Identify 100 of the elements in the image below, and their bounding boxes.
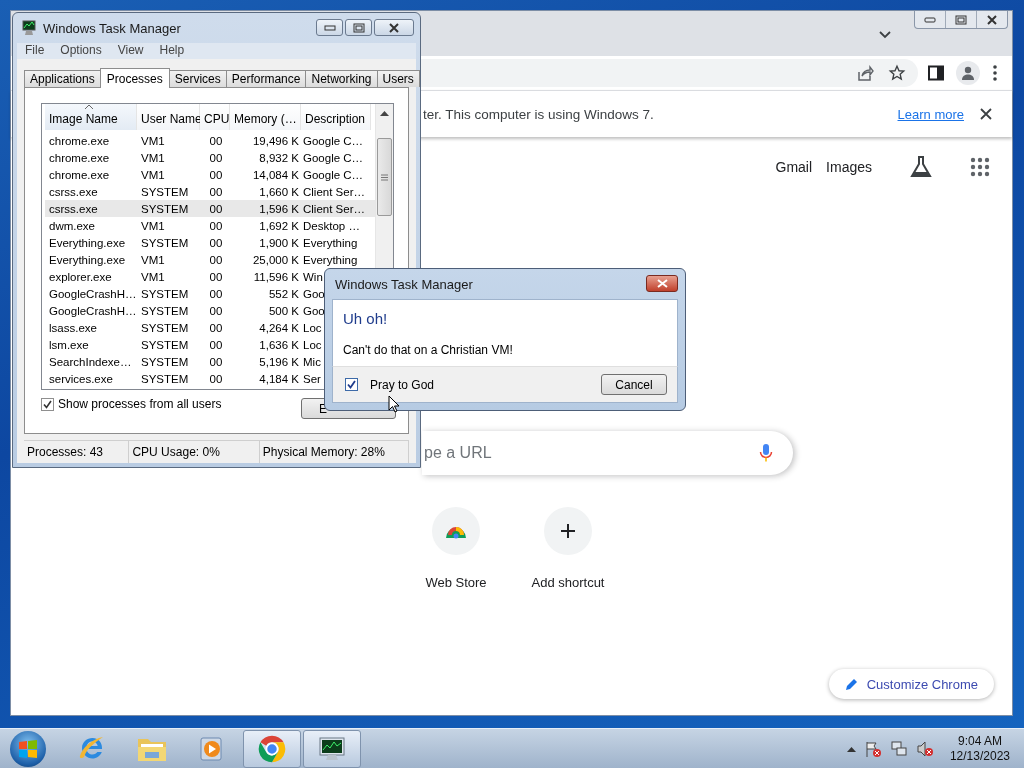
window-title: Windows Task Manager <box>43 20 182 36</box>
flask-icon[interactable] <box>910 155 932 179</box>
column-header[interactable]: Memory (… <box>230 104 301 130</box>
table-cell-text: 00 <box>208 168 224 181</box>
table-cell-text: Client Ser… <box>302 185 366 198</box>
table-cell-text: GoogleCrashH… <box>48 287 137 300</box>
windows-logo-icon <box>18 738 38 759</box>
clock-time[interactable]: 9:04 AM <box>957 733 1002 749</box>
table-cell-text: lsass.exe <box>48 321 98 334</box>
menu-item[interactable]: File <box>17 43 53 59</box>
header-link[interactable]: Images <box>826 159 872 175</box>
table-cell-text: 00 <box>208 355 224 368</box>
dialog-heading: Uh oh! <box>343 310 389 327</box>
tab[interactable]: Networking <box>305 70 378 87</box>
table-cell-text: 4,184 K <box>258 372 300 385</box>
tab[interactable]: Processes <box>99 68 170 88</box>
microphone-icon[interactable] <box>759 443 773 463</box>
column-header[interactable]: User Name <box>137 104 200 130</box>
taskbar-button[interactable] <box>303 729 361 768</box>
table-cell-text: 1,596 K <box>258 202 300 215</box>
table-cell-text: 1,660 K <box>258 185 300 198</box>
tab[interactable]: Applications <box>24 70 101 87</box>
close-button[interactable] <box>646 275 678 292</box>
checkbox[interactable] <box>345 378 358 391</box>
shortcut-tile[interactable] <box>544 507 592 555</box>
table-cell-text: Goo <box>302 287 326 300</box>
table-cell-text: SYSTEM <box>140 338 190 351</box>
table-cell-text: 1,636 K <box>258 338 300 351</box>
checkbox[interactable] <box>41 397 54 411</box>
table-cell-text: 14,084 K <box>251 168 300 181</box>
tab[interactable]: Services <box>168 70 227 87</box>
table-cell-text: 5,196 K <box>258 355 300 368</box>
status-text: CPU Usage: 0% <box>129 441 260 463</box>
table-cell-text: lsm.exe <box>48 338 90 351</box>
side-panel-icon[interactable] <box>928 65 944 81</box>
status-text: Physical Memory: 28% <box>259 441 409 463</box>
minimize-icon[interactable] <box>924 16 936 23</box>
flag-icon[interactable] <box>863 739 882 758</box>
checkbox-label[interactable]: Show processes from all users <box>58 397 222 411</box>
menu-item[interactable]: View <box>109 43 152 59</box>
table-cell-text: VM1 <box>140 134 166 147</box>
scroll-up-icon[interactable] <box>380 110 389 116</box>
table-cell-text: Google C… <box>302 151 365 164</box>
column-header[interactable]: Description <box>301 104 371 130</box>
table-cell-text: 00 <box>208 151 224 164</box>
table-cell-text: 00 <box>208 270 224 283</box>
info-message: ter. This computer is using Windows 7. <box>423 106 655 122</box>
table-cell-text: 00 <box>208 236 224 249</box>
clock-date[interactable]: 12/13/2023 <box>949 748 1010 764</box>
apps-grid-icon[interactable] <box>970 157 990 177</box>
table-cell-text: chrome.exe <box>48 134 111 147</box>
table-cell-text: SYSTEM <box>140 185 190 198</box>
profile-button[interactable] <box>956 61 980 85</box>
table-cell-text: Goo <box>302 304 326 317</box>
scroll-thumb[interactable] <box>377 138 392 216</box>
column-header[interactable]: Image Name <box>45 104 137 130</box>
table-cell-text: GoogleCrashH… <box>48 304 137 317</box>
network-icon[interactable] <box>889 739 908 758</box>
table-cell-text: chrome.exe <box>48 151 111 164</box>
table-cell-text: 00 <box>208 321 224 334</box>
learn-more-link[interactable]: Learn more <box>897 106 964 122</box>
table-cell-text: 19,496 K <box>251 134 300 147</box>
header-link[interactable]: Gmail <box>775 159 813 175</box>
speaker-muted-icon[interactable] <box>915 739 934 758</box>
table-cell-text: Everything <box>302 253 359 266</box>
table-cell-text: SYSTEM <box>140 372 190 385</box>
table-cell-text: dwm.exe <box>48 219 97 232</box>
minimize-button[interactable] <box>316 19 343 36</box>
star-icon[interactable] <box>888 64 906 82</box>
close-button[interactable] <box>374 19 414 36</box>
cancel-button[interactable]: Cancel <box>601 374 667 395</box>
tab[interactable]: Users <box>376 70 420 87</box>
share-icon[interactable] <box>856 64 874 82</box>
maximize-icon[interactable] <box>955 14 967 25</box>
close-icon[interactable] <box>986 14 998 25</box>
shortcut-label[interactable]: Web Store <box>425 575 487 590</box>
menu-icon[interactable] <box>992 64 998 82</box>
maximize-button[interactable] <box>345 19 372 36</box>
table-cell-text: SearchIndexe… <box>48 355 133 368</box>
column-header[interactable]: CPU <box>200 104 230 130</box>
table-cell-text: Client Ser… <box>302 202 366 215</box>
shortcut-label[interactable]: Add shortcut <box>531 575 605 590</box>
close-icon <box>656 279 668 288</box>
search-field[interactable]: pe a URL <box>422 431 793 475</box>
start-button[interactable] <box>10 730 46 767</box>
minimize-icon <box>323 24 336 31</box>
shortcut-tile[interactable] <box>432 507 480 555</box>
table-cell-text: 00 <box>208 185 224 198</box>
close-icon[interactable] <box>980 108 992 120</box>
chevron-down-icon[interactable] <box>878 29 892 39</box>
tab[interactable]: Performance <box>225 70 307 87</box>
customize-button[interactable]: Customize Chrome <box>828 669 994 699</box>
table-cell-text: Loc <box>302 321 323 334</box>
checkbox-label[interactable]: Pray to God <box>370 377 435 392</box>
menu-item[interactable]: Options <box>52 43 110 59</box>
table-cell-text: 00 <box>208 287 224 300</box>
table-cell-text: 00 <box>208 202 224 215</box>
table-cell-text: Loc <box>302 338 323 351</box>
menu-item[interactable]: Help <box>151 43 193 59</box>
table-cell-text: Everything.exe <box>48 253 127 266</box>
